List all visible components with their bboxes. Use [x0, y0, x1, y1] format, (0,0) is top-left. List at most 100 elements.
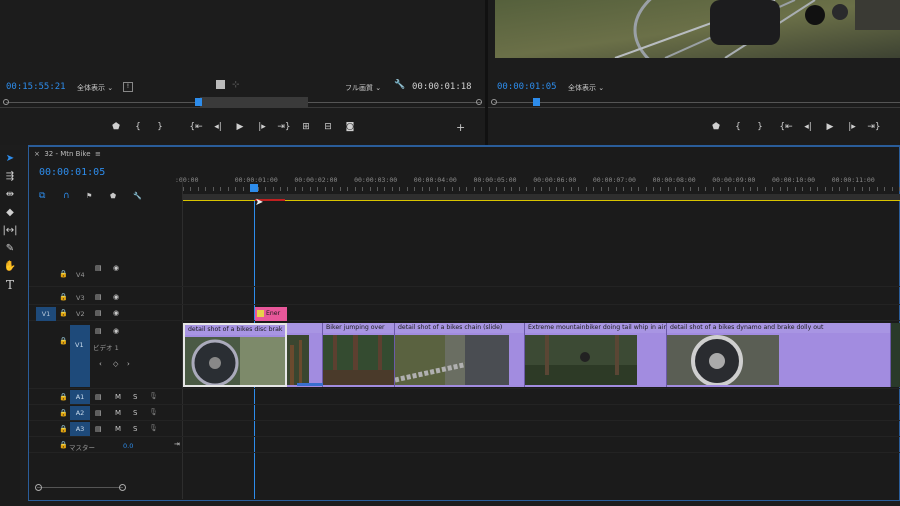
- microphone-icon[interactable]: 🎙: [149, 392, 158, 400]
- program-playhead[interactable]: [533, 98, 540, 106]
- marker-icon[interactable]: ⬟: [105, 122, 127, 132]
- resolution-dropdown[interactable]: フル画質 ⌄: [345, 83, 381, 93]
- clip[interactable]: detail shot of a bikes dynamo and brake …: [667, 323, 891, 387]
- timeline-playhead-handle[interactable]: [250, 184, 258, 192]
- zoom-scrollbar-handle-left[interactable]: [35, 484, 42, 491]
- eye-icon[interactable]: ◉: [113, 293, 119, 301]
- scroll-handle-left[interactable]: [491, 99, 497, 105]
- toggle-sync-icon[interactable]: ▤: [95, 393, 102, 401]
- clip[interactable]: detail shot of a bikes chain (slide): [395, 323, 525, 387]
- program-timecode[interactable]: 00:00:01:05: [497, 82, 557, 92]
- insert-icon[interactable]: ⊹: [232, 80, 240, 90]
- ripple-edit-tool-icon[interactable]: ⇹: [0, 186, 20, 204]
- track-target-a2[interactable]: A2: [70, 406, 90, 420]
- timeline-tab[interactable]: × 32 - Mtn Bike ≡: [34, 150, 101, 158]
- lock-icon[interactable]: 🔒: [59, 393, 68, 401]
- mute-button[interactable]: M: [115, 393, 121, 401]
- zoom-scrollbar-handle-right[interactable]: [119, 484, 126, 491]
- lock-icon[interactable]: 🔒: [59, 309, 68, 317]
- source-scrub-bar[interactable]: [0, 96, 485, 108]
- clip[interactable]: Biker jumping over: [323, 323, 395, 387]
- go-to-end-icon[interactable]: ⇥: [174, 440, 180, 448]
- track-target-a3[interactable]: A3: [70, 422, 90, 436]
- toggle-sync-icon[interactable]: ▤: [95, 425, 102, 433]
- source-patch-v1[interactable]: V1: [36, 307, 56, 321]
- razor-tool-icon[interactable]: ◆: [0, 204, 20, 222]
- timeline-settings-icon[interactable]: 🔧: [133, 192, 142, 200]
- selection-tool-icon[interactable]: ➤: [0, 150, 20, 168]
- microphone-icon[interactable]: 🎙: [149, 408, 158, 416]
- lock-icon[interactable]: 🔒: [59, 293, 68, 301]
- title-clip[interactable]: Ener: [255, 307, 287, 321]
- type-tool-icon[interactable]: T: [0, 276, 20, 294]
- lock-icon[interactable]: 🔒: [59, 337, 68, 345]
- close-icon[interactable]: ×: [34, 150, 40, 158]
- hand-tool-icon[interactable]: ✋: [0, 258, 20, 276]
- program-zoom-dropdown[interactable]: 全体表示 ⌄: [568, 83, 604, 93]
- solo-button[interactable]: S: [133, 409, 137, 417]
- lock-icon[interactable]: 🔒: [59, 425, 68, 433]
- eye-icon[interactable]: ◉: [113, 327, 119, 335]
- camera-icon[interactable]: ◙: [339, 122, 361, 132]
- keyframe-add-icon[interactable]: ◇: [113, 360, 118, 368]
- toggle-sync-icon[interactable]: ▤: [95, 409, 102, 417]
- master-volume[interactable]: 0.0: [123, 442, 133, 450]
- slip-tool-icon[interactable]: |↔|: [0, 222, 20, 240]
- clip[interactable]: Extreme mountainbiker doing tail whip in…: [525, 323, 667, 387]
- scroll-handle-left[interactable]: [3, 99, 9, 105]
- zoom-scrollbar-track[interactable]: [37, 487, 123, 488]
- nest-icon[interactable]: ⧉: [39, 191, 45, 201]
- keyframe-prev-icon[interactable]: ‹: [99, 360, 102, 368]
- source-zoom-dropdown[interactable]: 全体表示 ⌄: [77, 83, 113, 93]
- eye-icon[interactable]: ◉: [113, 309, 119, 317]
- add-button-icon[interactable]: +: [456, 122, 465, 133]
- step-back-icon[interactable]: ◂|: [207, 122, 229, 132]
- pen-tool-icon[interactable]: ✎: [0, 240, 20, 258]
- timeline-timecode[interactable]: 00:00:01:05: [39, 167, 105, 178]
- mark-out-icon[interactable]: }: [149, 122, 171, 132]
- add-marker-icon[interactable]: ⬟: [110, 192, 116, 200]
- track-select-tool-icon[interactable]: ⇶: [0, 168, 20, 186]
- wrench-icon[interactable]: 🔧: [394, 80, 405, 90]
- panel-menu-icon[interactable]: ≡: [95, 150, 101, 158]
- linked-selection-icon[interactable]: ⚑: [86, 192, 92, 200]
- settings-icon[interactable]: !: [123, 82, 133, 92]
- toggle-sync-icon[interactable]: ▤: [95, 264, 102, 272]
- lock-icon[interactable]: 🔒: [59, 270, 68, 278]
- scroll-handle-right[interactable]: [476, 99, 482, 105]
- step-back-icon[interactable]: ◂|: [797, 122, 819, 132]
- track-target-v1[interactable]: V1: [70, 325, 90, 387]
- step-forward-icon[interactable]: |▸: [251, 122, 273, 132]
- go-to-in-icon[interactable]: {⇤: [185, 122, 207, 132]
- mark-in-icon[interactable]: {: [127, 122, 149, 132]
- solo-button[interactable]: S: [133, 393, 137, 401]
- marker-icon[interactable]: ⬟: [705, 122, 727, 132]
- toggle-sync-icon[interactable]: ▤: [95, 293, 102, 301]
- source-timecode[interactable]: 00:15:55:21: [6, 82, 66, 92]
- source-playhead[interactable]: [195, 98, 202, 106]
- go-to-out-icon[interactable]: ⇥}: [863, 122, 885, 132]
- mark-icon[interactable]: [216, 80, 225, 89]
- play-icon[interactable]: ▶: [229, 122, 251, 132]
- lock-icon[interactable]: 🔒: [59, 409, 68, 417]
- eye-icon[interactable]: ◉: [113, 264, 119, 272]
- insert-clip-icon[interactable]: ⊞: [295, 122, 317, 132]
- overwrite-clip-icon[interactable]: ⊟: [317, 122, 339, 132]
- program-scrub-bar[interactable]: [488, 96, 900, 108]
- go-to-out-icon[interactable]: ⇥}: [273, 122, 295, 132]
- mute-button[interactable]: M: [115, 425, 121, 433]
- clip[interactable]: detail shot of a bikes disc brak: [183, 323, 287, 387]
- toggle-sync-icon[interactable]: ▤: [95, 309, 102, 317]
- snap-icon[interactable]: ∩: [63, 191, 70, 201]
- time-ruler[interactable]: :00:00 00:00:01:00 00:00:02:00 00:00:03:00 0…: [175, 175, 900, 201]
- keyframe-next-icon[interactable]: ›: [127, 360, 130, 368]
- microphone-icon[interactable]: 🎙: [149, 424, 158, 432]
- step-forward-icon[interactable]: |▸: [841, 122, 863, 132]
- mute-button[interactable]: M: [115, 409, 121, 417]
- mark-out-icon[interactable]: }: [749, 122, 771, 132]
- track-target-a1[interactable]: A1: [70, 390, 90, 404]
- toggle-sync-icon[interactable]: ▤: [95, 327, 102, 335]
- mark-in-icon[interactable]: {: [727, 122, 749, 132]
- go-to-in-icon[interactable]: {⇤: [775, 122, 797, 132]
- solo-button[interactable]: S: [133, 425, 137, 433]
